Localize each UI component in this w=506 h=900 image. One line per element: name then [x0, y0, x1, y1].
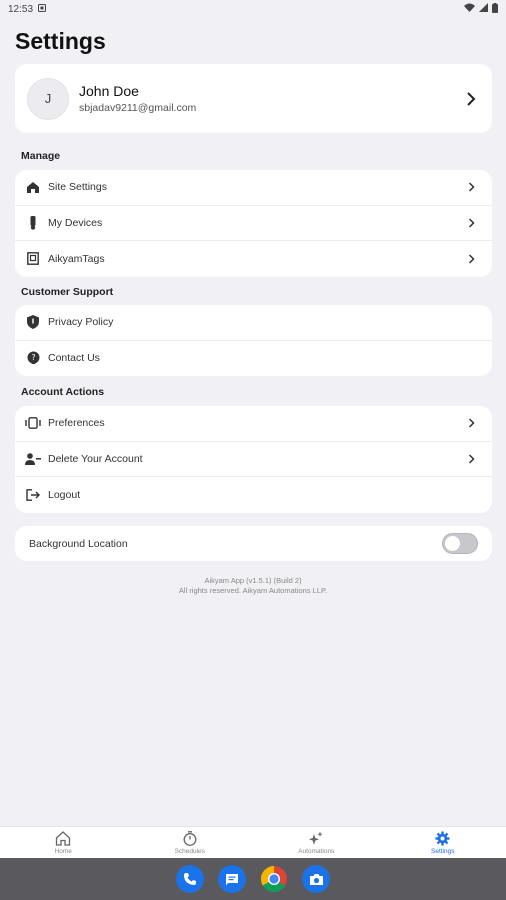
- wifi-icon: [464, 3, 475, 15]
- profile-card[interactable]: J John Doe sbjadav9211@gmail.com: [15, 64, 492, 133]
- section-title-customer-support: Customer Support: [21, 286, 114, 298]
- sparkle-icon: [308, 831, 324, 847]
- chevron-right-icon: [464, 216, 478, 230]
- chevron-right-icon: [464, 180, 478, 194]
- timer-icon: [182, 831, 198, 847]
- system-dock: [0, 858, 506, 900]
- row-label: Logout: [48, 488, 81, 501]
- device-icon: [25, 215, 41, 231]
- row-label: My Devices: [48, 216, 103, 229]
- status-bar: 12:53: [0, 0, 506, 18]
- nav-label: Schedules: [174, 847, 205, 855]
- account-card: Preferences Delete Your Account Logout: [15, 406, 492, 513]
- footer-rights: All rights reserved. Aikyam Automations …: [178, 586, 328, 595]
- shield-icon: [25, 314, 41, 330]
- profile-email: sbjadav9211@gmail.com: [79, 102, 197, 114]
- row-label: Privacy Policy: [48, 316, 114, 329]
- nav-label: Settings: [431, 847, 455, 855]
- chevron-right-icon: [464, 452, 478, 466]
- tag-icon: [25, 251, 41, 267]
- row-label: Site Settings: [48, 181, 107, 194]
- profile-name: John Doe: [79, 83, 139, 99]
- chrome-icon[interactable]: [260, 865, 288, 893]
- row-preferences[interactable]: Preferences: [15, 406, 492, 442]
- row-aikyamtags[interactable]: AikyamTags: [15, 241, 492, 277]
- row-privacy-policy[interactable]: Privacy Policy: [15, 305, 492, 341]
- manage-card: Site Settings My Devices AikyamTags: [15, 170, 492, 277]
- nav-item-automations[interactable]: Automations: [253, 827, 380, 858]
- status-time: 12:53: [8, 3, 34, 15]
- page-title: Settings: [15, 28, 106, 54]
- section-title-account-actions: Account Actions: [21, 386, 105, 398]
- help-icon: ?: [25, 350, 41, 366]
- nav-label: Home: [54, 847, 72, 855]
- row-site-settings[interactable]: Site Settings: [15, 170, 492, 206]
- background-location-label: Background Location: [29, 537, 128, 550]
- home-icon: [25, 179, 41, 195]
- nav-item-schedules[interactable]: Schedules: [127, 827, 254, 858]
- background-location-card: Background Location: [15, 526, 492, 561]
- row-label: Preferences: [48, 417, 105, 430]
- row-delete-account[interactable]: Delete Your Account: [15, 442, 492, 477]
- person-remove-icon: [25, 451, 41, 467]
- chevron-right-icon: [464, 91, 478, 106]
- battery-icon: [492, 2, 498, 16]
- support-card: Privacy Policy ? Contact Us: [15, 305, 492, 376]
- logout-icon: [25, 487, 41, 503]
- svg-text:?: ?: [31, 353, 35, 362]
- camera-icon[interactable]: [302, 865, 330, 893]
- avatar: J: [27, 77, 69, 120]
- nav-item-settings[interactable]: Settings: [380, 827, 506, 858]
- signal-icon: [479, 3, 488, 15]
- row-logout[interactable]: Logout: [15, 477, 492, 513]
- phone-icon[interactable]: [176, 865, 204, 893]
- footer-version: Aikyam App (v1.5.1) (Build 2): [204, 576, 302, 585]
- row-label: AikyamTags: [48, 252, 105, 265]
- notification-icon: [38, 3, 47, 15]
- toggle-knob: [445, 536, 460, 551]
- gear-icon: [435, 831, 451, 847]
- section-title-manage: Manage: [21, 150, 61, 162]
- bottom-nav: Home Schedules Automations Settings: [0, 826, 506, 858]
- messages-icon[interactable]: [218, 865, 246, 893]
- background-location-toggle[interactable]: [442, 533, 478, 554]
- row-my-devices[interactable]: My Devices: [15, 206, 492, 241]
- row-label: Delete Your Account: [48, 452, 143, 465]
- row-label: Contact Us: [48, 352, 100, 365]
- home-icon: [55, 831, 71, 847]
- nav-label: Automations: [298, 847, 335, 855]
- row-contact-us[interactable]: ? Contact Us: [15, 341, 492, 377]
- chevron-right-icon: [464, 416, 478, 430]
- nav-item-home[interactable]: Home: [0, 827, 127, 858]
- preferences-icon: [25, 415, 41, 431]
- chevron-right-icon: [464, 252, 478, 266]
